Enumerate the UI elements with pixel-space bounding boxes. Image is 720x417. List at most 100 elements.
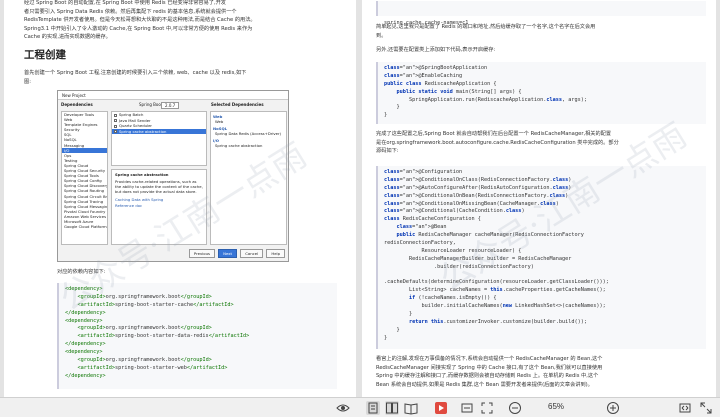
config-code-line: }	[384, 334, 388, 341]
fullscreen-icon[interactable]	[480, 401, 494, 415]
checkbox-icon[interactable]	[114, 119, 117, 122]
app-code-block: class="an">@SpringBootApplication class="…	[376, 62, 706, 124]
config-code-line: return this.customizerInvoker.customize(…	[409, 318, 588, 325]
previous-button[interactable]: Previous	[188, 249, 215, 258]
config-code-line: class="an">@ConditionalOnMissingBean(Cac…	[384, 200, 559, 207]
option-item[interactable]: Spring cache abstraction	[112, 128, 206, 134]
paragraph-1-line: 到。	[376, 32, 387, 39]
config-code-line: .builder(redisConnectionFactory)	[384, 263, 534, 270]
config-code-line: RedisCacheManagerBuilder builder = Redis…	[384, 255, 572, 262]
selected-group-title: NoSQL	[213, 126, 228, 131]
desc-text: Provides cache-related operations, such …	[115, 179, 203, 194]
intro-line: Spring3.1 中开始引入了令人激动的 Cache,在 Spring Boo…	[24, 25, 253, 32]
deps-caption: 对应的依赖内容如下:	[57, 269, 106, 275]
pom-code-line: <groupId>org.springframework.boot</group…	[77, 325, 212, 332]
option-label: Quartz Scheduler	[119, 123, 152, 128]
step-paragraph: 首先创建一个 Spring Boot 工程,注意创建的时候要引入三个依赖, we…	[24, 69, 342, 86]
book-view-icon[interactable]	[404, 401, 418, 415]
config-code-line: }	[384, 326, 400, 333]
pom-code-block: <dependency> <groupId>org.springframewor…	[57, 283, 337, 389]
new-project-dialog: New Project Dependencies Spring Boot 2.0…	[57, 90, 289, 262]
app-code-line: public class RediscacheApplication {	[384, 80, 497, 87]
paragraph-4-line: RedisCacheManager 间接实现了 Spring 中的 Cache …	[376, 364, 603, 371]
desc-link-guide[interactable]: Caching Data with Spring	[115, 197, 203, 202]
selected-dependencies-list[interactable]: Web Web NoSQL Spring Data Redis (Access+Dri…	[210, 111, 287, 245]
selected-dependencies-label: Selected Dependencies	[211, 102, 264, 107]
fit-width-icon[interactable]	[678, 401, 692, 415]
app-code-line: }	[384, 112, 388, 119]
selected-group-title: Web	[213, 114, 223, 119]
checkbox-icon[interactable]	[114, 124, 117, 128]
category-item[interactable]: Google Cloud Platform	[62, 224, 107, 229]
checkbox-icon[interactable]	[114, 113, 117, 117]
dialog-title: New Project	[58, 91, 288, 100]
cancel-button[interactable]: Cancel	[240, 249, 264, 258]
paragraph-3: 完成了这些配置之后,Spring Boot 就会自动帮我们在后台配置一个 Red…	[376, 130, 706, 156]
option-label: Spring Batch	[119, 112, 144, 117]
config-code-line: if (!cacheNames.isEmpty()) {	[409, 295, 497, 302]
play-icon[interactable]	[434, 401, 448, 415]
step-line: 首先创建一个 Spring Boot 工程,注意创建的时候要引入三个依赖, we…	[24, 70, 247, 76]
pom-code-line: <artifactId>spring-boot-starter-cache</a…	[77, 301, 234, 308]
option-label: Java Mail Sender	[119, 117, 151, 123]
dialog-buttons: Previous Next Cancel Help	[187, 249, 285, 259]
pom-code-line: </dependency>	[65, 372, 106, 379]
zoom-in-icon[interactable]	[606, 401, 620, 415]
category-item[interactable]: Spring Cloud Circuit Breaker	[62, 194, 107, 199]
config-code-line: .cacheDefaults(determineConfiguration(re…	[384, 279, 609, 286]
config-code-line: class="an">@Configuration	[384, 169, 463, 175]
config-code-line: builder.initialCacheNames(new LinkedHash…	[384, 303, 606, 310]
category-list[interactable]: Developer Tools Web Template Engines Securi…	[61, 111, 108, 245]
zoom-out-icon[interactable]	[508, 401, 522, 415]
checkbox-icon[interactable]	[114, 130, 117, 133]
dependencies-label: Dependencies	[61, 102, 93, 107]
page-left: 经过 Spring Boot 的自动配置,在 Spring Boot 中使用 R…	[4, 0, 356, 397]
category-item[interactable]: Spring Cloud Tracing	[62, 199, 107, 204]
two-page-icon[interactable]	[385, 401, 399, 415]
description-panel: Spring cache abstraction Provides cache-…	[111, 169, 207, 245]
option-label: Spring cache abstraction	[119, 128, 167, 134]
selected-item[interactable]: Spring Data Redis (Access+Driver)	[211, 131, 286, 136]
status-bar: 65%	[0, 397, 720, 417]
config-code-line	[384, 272, 706, 280]
intro-line: RedisTemplate 供开发者使用。但是今天松哥想和大伙聊的不是这种用法,…	[24, 17, 256, 24]
pom-code-line: <groupId>org.springframework.boot</group…	[77, 357, 212, 364]
config-code-line: redisConnectionFactory,	[384, 240, 456, 247]
paragraph-4-line: Spring 中的缓存注解和接口了,而缓存数据则会被自动存储到 Redis 上。…	[376, 373, 599, 380]
spring-boot-version[interactable]: 2.0.7	[161, 102, 180, 109]
category-item[interactable]: Spring Cloud Routing	[62, 188, 107, 193]
selected-item[interactable]: Spring cache abstraction	[211, 143, 286, 148]
section-heading: 工程创建	[24, 49, 66, 61]
app-code-line: }	[384, 104, 400, 111]
paragraph-1-line: 简单起见,这里我只是配置了 Redis 的端口和地址,然后给缓存取了一个名字,这…	[376, 24, 596, 30]
intro-line: 者只需要引入 Spring Data Redis 依赖。然后再集配下 redis…	[24, 8, 237, 15]
step-line: 图:	[24, 78, 31, 85]
pom-code-line: <dependency>	[65, 317, 103, 324]
document-viewer[interactable]: 经过 Spring Boot 的自动配置,在 Spring Boot 中使用 R…	[0, 0, 720, 397]
paragraph-2: 另外,还需要在配置类上添加如下代码,表示开启缓存:	[376, 47, 496, 53]
config-code-block: class="an">@Configuration class="an">@Con…	[376, 166, 706, 349]
expand-icon[interactable]	[699, 401, 713, 415]
pom-code-line: <dependency>	[65, 349, 103, 356]
config-code-line: class="an">@Bean	[396, 224, 447, 231]
config-code-line: }	[384, 311, 413, 318]
pom-code-line: <artifactId>spring-boot-starter-web</art…	[77, 364, 228, 371]
paragraph-4-line: 看官上的注解,发现在万事俱备的情况下,系统会自动提供一个 RedisCacheM…	[376, 356, 603, 362]
fit-icon[interactable]	[460, 401, 474, 415]
help-button[interactable]: Help	[266, 249, 285, 258]
single-page-icon[interactable]	[366, 401, 380, 415]
paragraph-4: 看官上的注解,发现在万事俱备的情况下,系统会自动提供一个 RedisCacheM…	[376, 355, 706, 389]
app-code-line: SpringApplication.run(RediscacheApplicat…	[384, 96, 588, 103]
zoom-level[interactable]: 65%	[548, 402, 564, 411]
paragraph-3-line: 是在org.springframework.boot.autoconfigure…	[376, 139, 619, 146]
app-code-line: class="an">@EnableCaching	[384, 72, 463, 79]
option-list[interactable]: Spring Batch Java Mail Sender Quartz Sched…	[111, 111, 207, 166]
next-button[interactable]: Next	[218, 249, 238, 258]
config-code-line: List<String> cacheNames = this.cacheProp…	[384, 287, 606, 294]
paragraph-3-line: 源码如下:	[376, 148, 399, 155]
config-code-line: class="an">@ConditionalOnBean(RedisConne…	[384, 192, 569, 199]
desc-link-reference[interactable]: Reference doc	[115, 203, 203, 208]
eye-icon[interactable]	[336, 401, 350, 415]
page-right: spring.cache.cache-names=c1 简单起见,这里我只是配置…	[362, 0, 716, 397]
pom-code-line: </dependency>	[65, 341, 106, 348]
